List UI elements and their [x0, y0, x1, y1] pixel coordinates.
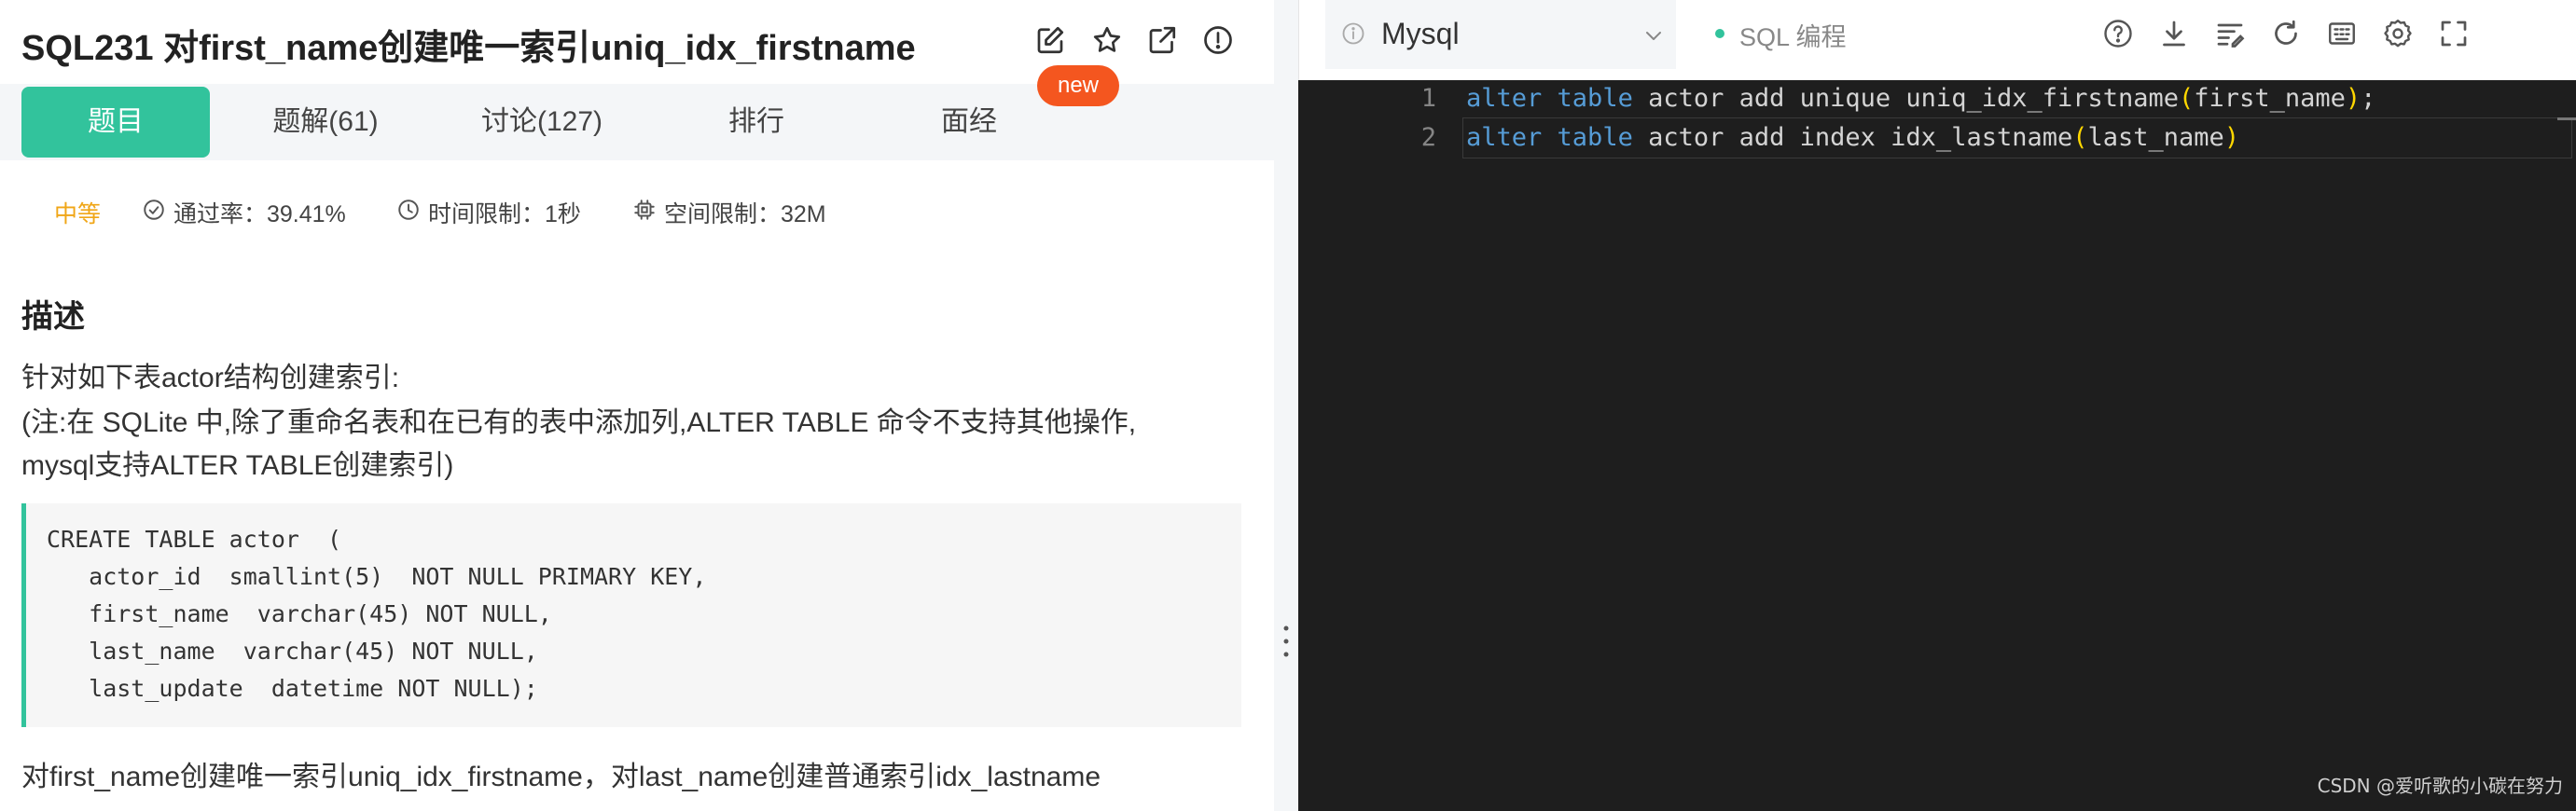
mode-label: SQL 编程 [1739, 23, 1847, 51]
shortcut-icon[interactable] [2325, 17, 2359, 50]
tab-problem[interactable]: 题目 [21, 87, 210, 158]
paren: ) [2345, 84, 2361, 113]
code-text: ; [2361, 84, 2376, 113]
code-text: actor add index idx_lastname [1632, 123, 2073, 152]
tab-interview[interactable]: 面经 [875, 87, 1063, 158]
line-number: 1 [1420, 84, 1436, 113]
chevron-down-icon [1642, 24, 1665, 47]
drag-handle-icon[interactable] [1283, 625, 1289, 658]
external-link-icon[interactable] [1145, 23, 1179, 57]
task-description: 对first_name创建唯一索引uniq_idx_firstname，对las… [21, 762, 1101, 792]
keyword: alter [1466, 84, 1543, 113]
code-text: last_name [2087, 123, 2224, 152]
format-icon[interactable] [2213, 17, 2247, 50]
keyword: table [1557, 123, 1633, 152]
star-icon[interactable] [1090, 23, 1124, 57]
help-icon[interactable] [2101, 17, 2135, 50]
edit-icon[interactable] [1033, 23, 1067, 57]
tab-discussion[interactable]: 讨论(127) [448, 87, 636, 158]
time-limit: 时间限制：1秒 [396, 196, 581, 229]
space-limit-text: 空间限制：32M [664, 201, 826, 227]
description-line-3: mysql支持ALTER TABLE创建索引) [21, 450, 454, 481]
space-limit: 空间限制：32M [632, 196, 826, 229]
table-schema-code-block: CREATE TABLE actor ( actor_id smallint(5… [21, 503, 1241, 727]
description-line-1: 针对如下表actor结构创建索引: [21, 363, 400, 393]
code-line: CREATE TABLE actor ( [47, 526, 342, 553]
tab-solutions[interactable]: 题解(61) [231, 87, 420, 158]
page-title: SQL231 对first_name创建唯一索引uniq_idx_firstna… [21, 29, 916, 68]
panel-splitter[interactable] [1274, 0, 1298, 811]
report-icon[interactable] [1201, 23, 1235, 57]
check-circle-icon [142, 198, 166, 228]
language-value: Mysql [1381, 17, 1460, 50]
difficulty-badge: 中等 [54, 196, 101, 229]
difficulty-label: 中等 [54, 201, 102, 227]
scrollbar[interactable] [2557, 117, 2576, 120]
reset-icon[interactable] [2269, 17, 2303, 50]
line-number: 2 [1420, 123, 1436, 152]
code-row[interactable]: alter table actor add index idx_lastname… [1466, 123, 2239, 152]
editor-panel: Mysql SQL 编程 1 alter table actor add uni… [1298, 0, 2576, 811]
settings-icon[interactable] [2381, 17, 2415, 50]
paren: ( [2179, 84, 2195, 113]
info-icon [1340, 21, 1366, 47]
paren: ) [2223, 123, 2240, 152]
fullscreen-icon[interactable] [2437, 17, 2471, 50]
code-text: actor add unique uniq_idx_firstname [1632, 84, 2180, 113]
chip-icon [632, 198, 657, 228]
code-line: last_update datetime NOT NULL); [47, 675, 538, 702]
description-line-2: (注:在 SQLite 中,除了重命名表和在已有的表中添加列,ALTER TAB… [21, 407, 1137, 438]
code-row[interactable]: alter table actor add unique uniq_idx_fi… [1466, 84, 2375, 113]
code-editor[interactable]: 1 alter table actor add unique uniq_idx_… [1298, 80, 2576, 811]
clock-icon [396, 198, 421, 228]
language-select[interactable]: Mysql [1325, 0, 1676, 69]
problem-panel: SQL231 对first_name创建唯一索引uniq_idx_firstna… [0, 0, 1274, 811]
pass-rate: 通过率：39.41% [142, 196, 346, 229]
code-line: first_name varchar(45) NOT NULL, [47, 600, 552, 627]
code-line: last_name varchar(45) NOT NULL, [47, 638, 538, 665]
code-line: actor_id smallint(5) NOT NULL PRIMARY KE… [47, 563, 707, 590]
paren: ( [2072, 123, 2088, 152]
watermark: CSDN @爱听歌的小碳在努力 [2317, 775, 2563, 797]
new-badge: new [1037, 65, 1119, 106]
tab-ranking[interactable]: 排行 [662, 87, 851, 158]
editor-toolbar: Mysql SQL 编程 [1298, 0, 2576, 80]
download-icon[interactable] [2157, 17, 2191, 50]
pass-rate-text: 通过率：39.41% [173, 201, 346, 227]
keyword: alter [1466, 123, 1543, 152]
description-heading: 描述 [21, 299, 85, 335]
time-limit-text: 时间限制：1秒 [428, 201, 581, 227]
code-text: first_name [2194, 84, 2346, 113]
problem-meta: 中等 通过率：39.41% 时间限制：1秒 空间限制：32M [0, 186, 1274, 242]
mode-indicator-dot [1715, 29, 1724, 38]
keyword: table [1557, 84, 1633, 113]
